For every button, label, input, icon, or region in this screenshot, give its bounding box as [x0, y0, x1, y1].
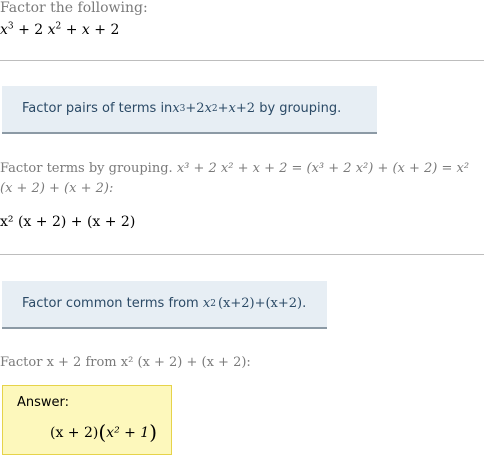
step-math: x³ + 2 x² + x + 2 = (x³ + 2 x²) + (x + 2…	[176, 161, 470, 176]
hint-math: +	[217, 101, 229, 116]
problem-expression: x3 + 2 x2 + x + 2	[0, 21, 120, 38]
hint-math: +2	[235, 101, 256, 116]
step-math-continued: (x + 2) + (x + 2):	[0, 181, 114, 196]
hint-math-x: x	[202, 296, 211, 311]
divider-1	[0, 60, 484, 61]
hint-text: Factor common terms from	[22, 296, 203, 311]
answer-expression: (x + 2)(x² + 1)	[50, 420, 158, 444]
answer-factor-2: x² + 1	[106, 425, 150, 441]
step-label: Factor terms by grouping.	[0, 161, 177, 176]
hint-box-common-terms: Factor common terms from x 2 (x+2)+(x+2).	[2, 281, 327, 329]
hint-text: Factor pairs of terms in	[22, 101, 173, 116]
hint-math-x: x	[172, 101, 180, 116]
hint-math-x: x	[228, 101, 236, 116]
answer-box: Answer: (x + 2)(x² + 1)	[2, 385, 172, 455]
prompt-text: Factor the following:	[0, 0, 148, 16]
hint-math-x: x	[204, 101, 212, 116]
answer-factor-1: (x + 2)	[50, 425, 99, 441]
step-explanation-2: Factor x + 2 from x² (x + 2) + (x + 2):	[0, 355, 251, 370]
step-result-1: x² (x + 2) + (x + 2)	[0, 214, 136, 230]
hint-text: by grouping.	[255, 101, 342, 116]
divider-2	[0, 254, 484, 255]
hint-math: +2	[185, 101, 205, 116]
hint-box-grouping: Factor pairs of terms in x 3 +2 x 2 + x +2 by g…	[2, 86, 377, 134]
step-explanation-1: Factor terms by grouping. x³ + 2 x² + x …	[0, 158, 484, 200]
answer-label: Answer:	[17, 395, 70, 410]
hint-math: (x+2)+(x+2).	[217, 296, 307, 311]
